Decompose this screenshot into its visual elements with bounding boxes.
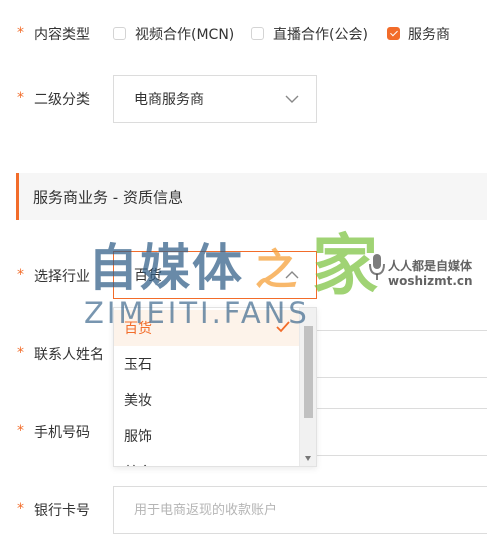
phone-label: 手机号码 (34, 425, 90, 441)
industry-label: 选择行业 (34, 269, 90, 285)
secondary-category-value: 电商服务商 (134, 92, 204, 108)
required-mark: * (17, 423, 24, 439)
dropdown-option[interactable]: 美妆 (114, 382, 300, 418)
required-mark: * (17, 345, 24, 361)
checkbox-service-provider[interactable] (387, 27, 400, 40)
required-mark: * (17, 90, 24, 106)
dropdown-option-label: 服饰 (124, 429, 152, 445)
chevron-down-icon (285, 95, 299, 103)
industry-dropdown: 百货 玉石 美妆 服饰 美食 (113, 307, 317, 467)
dropdown-scrollbar[interactable] (299, 308, 316, 466)
dropdown-option-label: 百货 (124, 321, 152, 337)
bank-card-input[interactable] (114, 487, 487, 533)
content-type-label: 内容类型 (34, 27, 90, 43)
checkbox-video-mcn-label[interactable]: 视频合作(MCN) (135, 24, 234, 44)
dropdown-option[interactable]: 玉石 (114, 346, 300, 382)
watermark-home: 家 (312, 227, 378, 304)
secondary-category-select[interactable]: 电商服务商 (113, 75, 317, 123)
checkbox-service-provider-label[interactable]: 服务商 (408, 24, 450, 44)
dropdown-option[interactable]: 美食 (114, 454, 300, 466)
checkbox-live-guild-label[interactable]: 直播合作(公会) (273, 24, 368, 44)
watermark-tagline: 人人都是自媒体 (388, 259, 473, 273)
section-title: 服务商业务 - 资质信息 (33, 188, 183, 206)
dropdown-option[interactable]: 百货 (114, 310, 300, 346)
watermark-site: woshizmt.cn (388, 274, 473, 288)
required-mark: * (17, 267, 24, 283)
microphone-icon (369, 254, 385, 280)
checkmark-icon (276, 321, 290, 333)
industry-value: 百货 (134, 268, 162, 284)
dropdown-option-label: 美妆 (124, 393, 152, 409)
dropdown-option[interactable]: 服饰 (114, 418, 300, 454)
required-mark: * (17, 25, 24, 41)
checkbox-live-guild[interactable] (251, 27, 264, 40)
dropdown-option-label: 玉石 (124, 357, 152, 373)
checkbox-video-mcn[interactable] (113, 27, 126, 40)
bank-card-field[interactable] (113, 486, 487, 534)
scroll-down-arrow-icon[interactable] (305, 456, 311, 461)
required-mark: * (17, 501, 24, 517)
secondary-category-label: 二级分类 (34, 92, 90, 108)
chevron-up-icon (285, 271, 299, 279)
section-header: 服务商业务 - 资质信息 (16, 173, 487, 220)
industry-select[interactable]: 百货 (113, 251, 317, 299)
scrollbar-thumb[interactable] (304, 326, 313, 418)
bank-card-label: 银行卡号 (34, 503, 90, 519)
dropdown-option-label: 美食 (124, 462, 152, 466)
contact-name-label: 联系人姓名 (34, 347, 104, 363)
